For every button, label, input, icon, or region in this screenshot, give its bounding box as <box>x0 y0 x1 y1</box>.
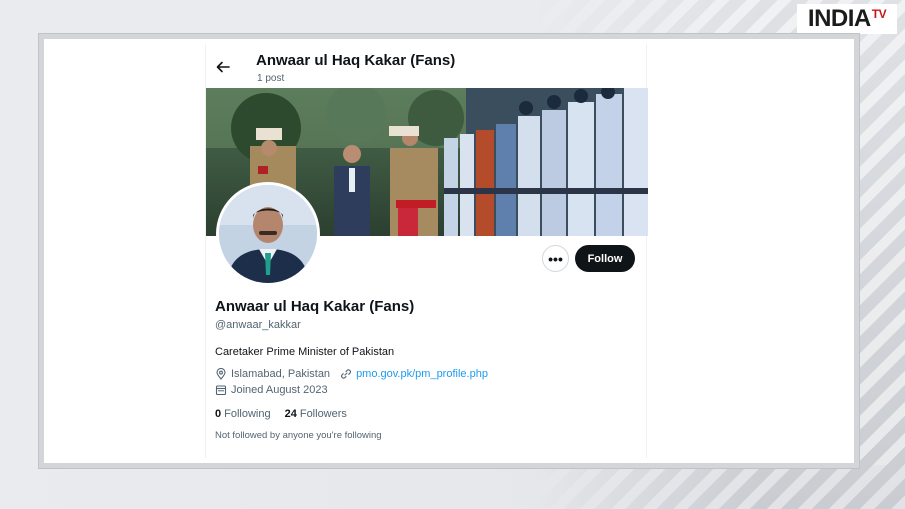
avatar[interactable] <box>216 182 320 286</box>
topbar-title: Anwaar ul Haq Kakar (Fans) <box>256 52 456 69</box>
logo-main-text: INDIA <box>807 5 871 32</box>
followers-label: Followers <box>299 408 347 420</box>
more-options-button[interactable]: ••• <box>542 245 569 272</box>
background-fade-bottom <box>0 465 905 509</box>
follow-button[interactable]: Follow <box>575 245 635 272</box>
profile-handle: @anwaar_kakkar <box>215 319 301 331</box>
following-link[interactable]: 0 Following <box>215 408 271 420</box>
logo-sup-text: TV <box>871 7 887 21</box>
location-pin-icon <box>215 368 227 380</box>
profile-stats: 0 Following 24 Followers <box>215 408 347 420</box>
profile-website-link[interactable]: pmo.gov.pk/pm_profile.php <box>356 368 488 380</box>
followers-link[interactable]: 24 Followers <box>285 408 347 420</box>
avatar-photo <box>219 185 317 283</box>
profile-column: Anwaar ul Haq Kakar (Fans) 1 post ••• Fo… <box>205 44 648 458</box>
profile-display-name: Anwaar ul Haq Kakar (Fans) <box>215 298 415 315</box>
topbar-post-count: 1 post <box>257 73 285 84</box>
calendar-icon <box>215 384 227 396</box>
back-arrow-icon[interactable] <box>214 58 232 76</box>
followers-you-know-note: Not followed by anyone you're following <box>215 430 382 441</box>
following-label: Following <box>224 408 271 420</box>
profile-bio: Caretaker Prime Minister of Pakistan <box>215 346 395 358</box>
indiatv-logo: INDIA TV <box>797 4 897 34</box>
following-count: 0 <box>215 408 222 420</box>
link-icon <box>340 368 352 380</box>
profile-topbar: Anwaar ul Haq Kakar (Fans) 1 post <box>206 44 648 88</box>
profile-joined-date: Joined August 2023 <box>231 384 328 396</box>
profile-location: Islamabad, Pakistan <box>231 368 331 380</box>
profile-joined-row: Joined August 2023 <box>215 384 328 396</box>
followers-count: 24 <box>284 408 297 420</box>
profile-meta-row: Islamabad, Pakistan pmo.gov.pk/pm_profil… <box>215 368 488 380</box>
